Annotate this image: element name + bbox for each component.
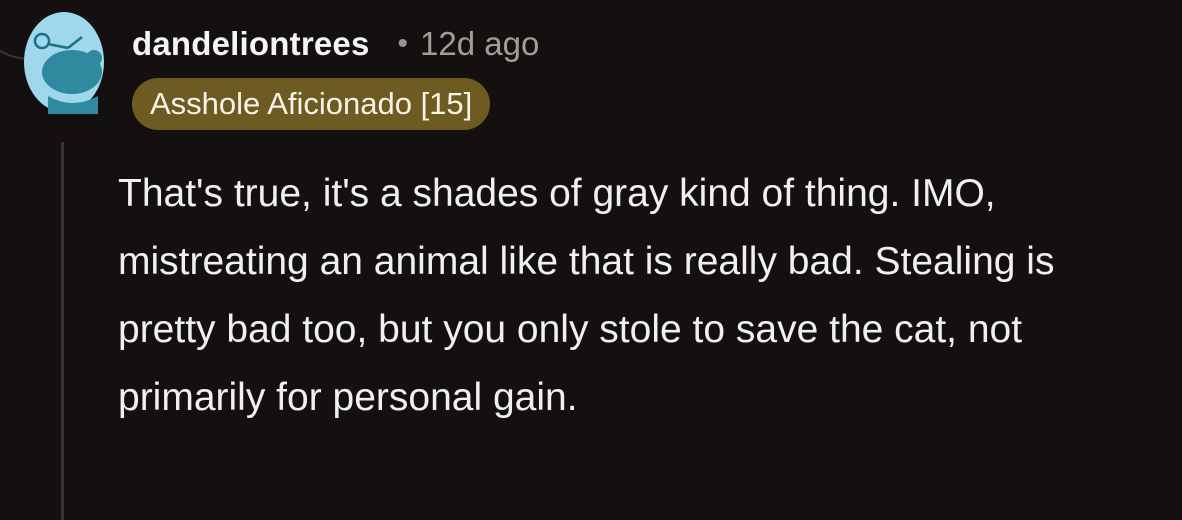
username-link[interactable]: dandeliontrees bbox=[132, 25, 370, 63]
thread-collapse-line[interactable] bbox=[61, 142, 64, 520]
comment-timestamp[interactable]: 12d ago bbox=[420, 25, 539, 63]
user-flair-badge: Asshole Aficionado [15] bbox=[132, 78, 491, 130]
separator-dot: • bbox=[397, 27, 409, 60]
snoo-avatar-icon[interactable] bbox=[22, 10, 106, 114]
comment-header: dandeliontrees • 12d ago bbox=[132, 22, 539, 66]
user-flair-text: Asshole Aficionado [15] bbox=[150, 86, 473, 121]
comment: dandeliontrees • 12d ago Asshole Aficion… bbox=[0, 0, 1182, 520]
comment-body: That's true, it's a shades of gray kind … bbox=[118, 172, 1055, 419]
